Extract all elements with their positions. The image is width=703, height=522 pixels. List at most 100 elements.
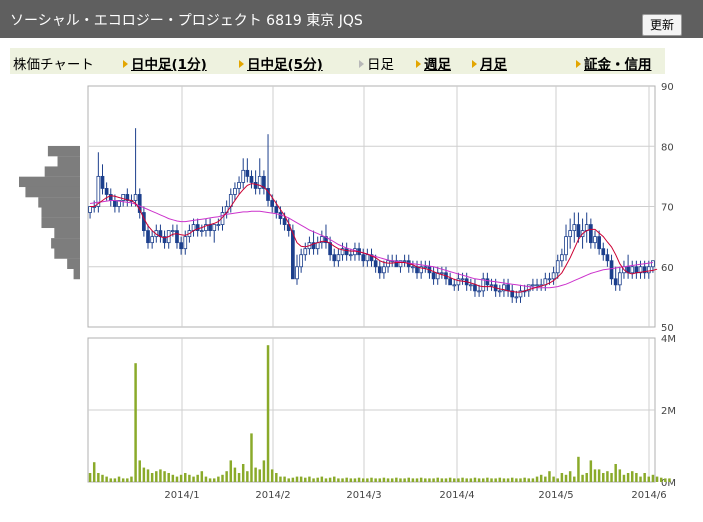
volume-bar (237, 473, 241, 482)
candle-body (551, 272, 556, 280)
candle-body (589, 224, 593, 244)
candle-body (183, 236, 188, 250)
volume-bar (304, 477, 307, 482)
volume-bar (453, 478, 456, 482)
candle-body (456, 278, 461, 286)
volume-bar (275, 473, 278, 482)
candle-body (423, 266, 428, 269)
candle-body (113, 200, 117, 207)
volume-bar (333, 476, 336, 482)
candle-body (386, 260, 390, 268)
volume-y-tick-label: 4M (661, 334, 676, 345)
candle-body (630, 266, 635, 274)
candle-body (208, 224, 212, 231)
volume-bar (134, 363, 137, 482)
x-tick-label: 2014/6 (631, 490, 666, 501)
volume-bar (233, 467, 237, 482)
candle-body (576, 224, 581, 238)
volume-bar (171, 474, 175, 482)
volume-bar (341, 478, 344, 482)
candle-body (613, 278, 618, 286)
candle-body (411, 266, 415, 269)
candle-body (568, 230, 573, 238)
volume-bar (295, 476, 299, 482)
candle-body (249, 175, 254, 183)
price-volume-profile-bar (19, 176, 80, 188)
candle-body (121, 194, 126, 201)
candle-body (104, 188, 109, 195)
volume-bar (639, 476, 642, 482)
candle-body (489, 284, 494, 287)
candle-body (584, 224, 589, 231)
candle-body (175, 230, 179, 244)
volume-bar (498, 477, 502, 482)
volume-bar (440, 478, 444, 482)
volume-bar (138, 460, 141, 482)
volume-bar (523, 477, 526, 482)
volume-bar (345, 477, 348, 482)
candle-body (199, 230, 204, 233)
volume-bar (382, 477, 386, 482)
price-volume-profile-bar (67, 258, 80, 269)
candle-body (473, 284, 477, 292)
candle-body (560, 254, 564, 262)
volume-bar (610, 473, 613, 482)
candle-body (431, 272, 436, 280)
price-volume-profile-bar (25, 186, 81, 198)
candle-body (299, 254, 303, 268)
volume-bar (602, 473, 605, 482)
volume-bar (630, 471, 634, 482)
price-volume-profile-bar (51, 238, 80, 249)
volume-bar (506, 478, 510, 482)
candle-body (373, 260, 378, 268)
volume-bar (659, 477, 663, 482)
volume-bar (651, 474, 655, 482)
volume-bar (361, 478, 365, 482)
candle-body (100, 175, 105, 189)
volume-bar (142, 467, 146, 482)
candle-body (485, 278, 490, 286)
volume-bar (535, 476, 539, 482)
volume-bar (552, 476, 555, 482)
price-y-tick-label: 60 (661, 263, 674, 274)
volume-bar (246, 471, 249, 482)
volume-bar (527, 478, 531, 482)
volume-bar (188, 474, 191, 482)
candle-body (531, 284, 535, 287)
candle-body (88, 206, 92, 213)
volume-bar (208, 478, 212, 482)
volume-bar (328, 477, 332, 482)
volume-bar (548, 471, 551, 482)
volume-bar (299, 476, 303, 482)
volume-bar (146, 469, 150, 482)
volume-bar (105, 476, 108, 482)
volume-bar (419, 477, 423, 482)
volume-bar (121, 478, 125, 482)
volume-bar (577, 456, 580, 482)
volume-bar (664, 478, 667, 482)
candle-body (274, 206, 279, 213)
candle-body (646, 266, 651, 274)
candle-body (344, 248, 349, 256)
volume-bar (411, 478, 415, 482)
candle-body (303, 248, 308, 256)
price-y-tick-label: 80 (661, 142, 674, 153)
volume-bar (155, 471, 158, 482)
volume-bar (212, 478, 216, 482)
volume-bar (370, 477, 373, 482)
candle-body (150, 236, 154, 244)
volume-bar (101, 474, 104, 482)
candle-body (564, 236, 568, 256)
candle-body (468, 284, 473, 287)
candle-body (547, 278, 552, 281)
volume-bar (117, 476, 121, 482)
volume-bar (482, 478, 485, 482)
volume-bar (544, 476, 547, 482)
price-y-tick-label: 50 (661, 323, 674, 334)
volume-bar (519, 478, 522, 482)
candle-body (245, 169, 250, 177)
candle-body (170, 230, 175, 233)
volume-bar (424, 478, 427, 482)
volume-bar (626, 473, 630, 482)
volume-bar (270, 469, 274, 482)
